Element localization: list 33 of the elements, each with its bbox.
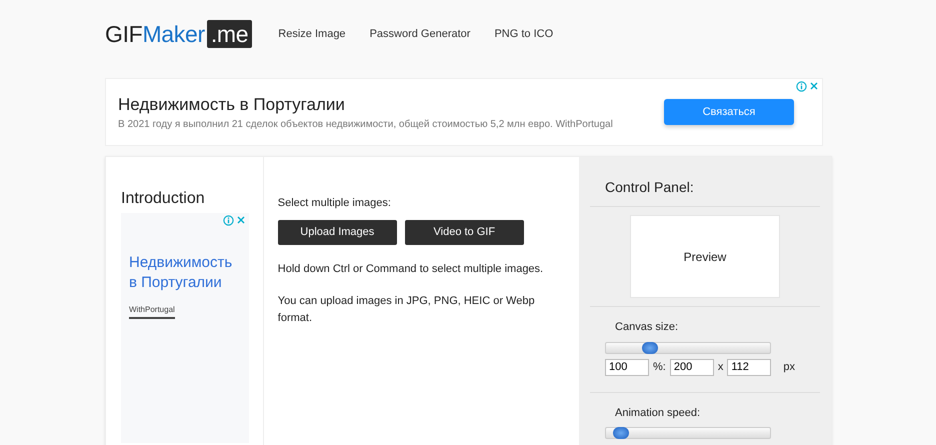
slider-track[interactable]	[605, 342, 772, 354]
upload-button[interactable]: Upload Images	[278, 220, 397, 244]
info-icon[interactable]	[222, 215, 234, 226]
ad-title[interactable]: Недвижимость в Португалии	[118, 92, 664, 118]
animation-speed-label: Animation speed:	[615, 406, 702, 420]
times-label: x	[718, 360, 724, 375]
percent-field[interactable]: 100	[605, 358, 650, 376]
logo-text[interactable]: GIFMaker	[105, 16, 205, 52]
width-field[interactable]: 200	[670, 358, 714, 376]
close-icon[interactable]	[809, 81, 819, 91]
panel-title: Control Panel:	[590, 177, 820, 207]
nav-link[interactable]: PNG to ICO	[494, 26, 554, 42]
info-icon[interactable]	[796, 81, 807, 92]
logo-badge[interactable]: .me	[206, 20, 252, 48]
close-icon[interactable]	[236, 215, 246, 225]
slider-thumb[interactable]	[642, 342, 658, 354]
slider-thumb[interactable]	[612, 427, 629, 439]
note-text: You can upload images in JPG, PNG, HEIC or Webp format.	[278, 294, 536, 326]
unit-label: %:	[653, 360, 666, 375]
upload-label: Select multiple images:	[278, 196, 392, 211]
nav-link[interactable]: Password Generator	[370, 26, 470, 42]
note-text: Hold down Ctrl or Command to select multiple images.	[278, 262, 544, 276]
sidebar-title: Introduction	[121, 191, 206, 207]
ad-title[interactable]: Недвижимость в Португалии	[129, 253, 241, 294]
height-field[interactable]: 112	[727, 358, 772, 376]
unit-label: px	[783, 360, 795, 375]
slider-track[interactable]	[605, 427, 772, 439]
canvas-size-label: Canvas size:	[615, 320, 680, 335]
ad-text: В 2021 году я выполнил 21 сделок объектов недвижимости, общей стоимостью 5,2 млн евро. WithPortugal	[118, 118, 614, 132]
preview-area: Preview	[630, 215, 780, 298]
nav-link[interactable]: Resize Image	[278, 26, 346, 42]
video-to-gif-button[interactable]: Video to GIF	[404, 220, 524, 244]
ad-brand[interactable]: WithPortugal	[129, 304, 175, 318]
